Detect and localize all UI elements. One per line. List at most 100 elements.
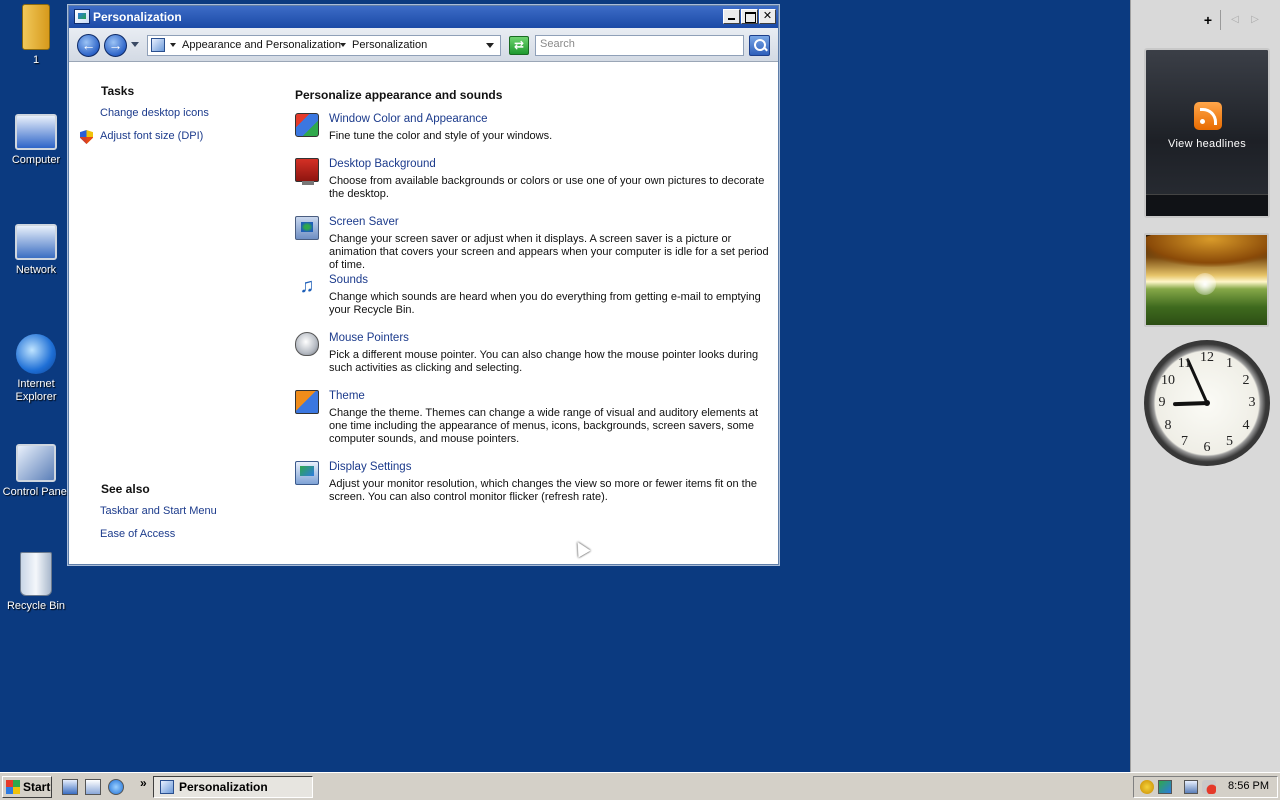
breadcrumb-appearance-and-personalization[interactable]: Appearance and Personalization <box>182 39 341 51</box>
folder-icon <box>22 4 50 50</box>
address-dropdown[interactable] <box>486 43 494 48</box>
clock-number: 11 <box>1177 356 1192 372</box>
add-gadget-button[interactable]: + <box>1200 12 1216 28</box>
window-color-link[interactable]: Window Color and Appearance <box>329 113 488 125</box>
task-pane: Tasks Change desktop icons Adjust font s… <box>69 62 281 564</box>
feeds-gadget-footer <box>1146 194 1268 216</box>
address-bar: ← → Appearance and Personalization Perso… <box>69 28 778 62</box>
desktop-icon-label: 1 <box>32 54 40 66</box>
clock-number: 10 <box>1161 372 1176 388</box>
search-icon[interactable] <box>749 35 770 56</box>
sidebar-controls: + ◁ ▷ <box>1200 10 1270 32</box>
windows-logo-icon <box>6 780 20 794</box>
switch-windows-icon[interactable] <box>85 779 101 795</box>
clock-number: 8 <box>1164 417 1172 433</box>
ease-of-access-link[interactable]: Ease of Access <box>100 528 175 540</box>
adjust-font-size-link[interactable]: Adjust font size (DPI) <box>100 130 203 142</box>
control-panel-icon <box>16 444 56 482</box>
internet-explorer-icon[interactable] <box>108 779 124 795</box>
previous-page-button[interactable]: ◁ <box>1228 12 1242 28</box>
display-settings-icon <box>295 461 319 485</box>
desktop-icon-internet-explorer[interactable]: Internet Explorer <box>0 334 72 404</box>
internet-explorer-icon <box>16 334 56 374</box>
volume-muted-icon[interactable] <box>1202 780 1216 794</box>
notification-area: 8:56 PM <box>1133 776 1278 798</box>
search-input[interactable]: Search <box>535 35 744 56</box>
item-description: Change your screen saver or adjust when … <box>329 233 769 271</box>
control-panel-icon <box>74 9 90 24</box>
clock-number: 12 <box>1200 350 1214 365</box>
tasks-heading: Tasks <box>101 84 135 98</box>
item-description: Change the theme. Themes can change a wi… <box>329 407 759 445</box>
clock-gadget[interactable]: 12 1 2 3 4 5 6 7 8 9 10 11 <box>1144 340 1270 466</box>
item-description: Fine tune the color and style of your wi… <box>329 130 553 142</box>
taskbar-button-personalization[interactable]: Personalization <box>153 776 313 798</box>
desktop-icon-recycle-bin[interactable]: Recycle Bin <box>0 552 72 613</box>
forward-button[interactable]: → <box>104 34 127 57</box>
item-description: Pick a different mouse pointer. You can … <box>329 349 759 374</box>
view-headlines-label[interactable]: View headlines <box>1146 138 1268 150</box>
close-button[interactable]: ✕ <box>759 9 776 24</box>
back-button[interactable]: ← <box>77 34 100 57</box>
sidebar-tray-icon[interactable] <box>1158 780 1172 794</box>
network-icon <box>15 224 57 260</box>
window-title: Personalization <box>93 10 182 24</box>
clock-time[interactable]: 8:56 PM <box>1228 780 1269 792</box>
taskbar-button-label: Personalization <box>179 780 268 794</box>
sidebar-separator <box>1220 10 1221 30</box>
quick-launch-more-button[interactable]: » <box>140 776 147 790</box>
chevron-down-icon[interactable] <box>170 43 176 47</box>
display-settings-link[interactable]: Display Settings <box>329 461 411 473</box>
sounds-link[interactable]: Sounds <box>329 274 368 286</box>
screen-saver-link[interactable]: Screen Saver <box>329 216 399 228</box>
desktop-icon-label: Internet Explorer <box>15 378 57 403</box>
mouse-icon <box>295 332 319 356</box>
shield-icon <box>80 130 93 144</box>
recent-pages-dropdown[interactable] <box>131 42 139 47</box>
clock-number: 7 <box>1181 433 1188 449</box>
item-description: Adjust your monitor resolution, which ch… <box>329 478 757 503</box>
hour-hand <box>1172 401 1208 407</box>
desktop-icon-network[interactable]: Network <box>0 224 72 277</box>
mouse-pointers-link[interactable]: Mouse Pointers <box>329 332 409 344</box>
network-icon[interactable] <box>1184 780 1198 794</box>
desktop-icon-computer[interactable]: Computer <box>0 114 72 167</box>
desktop-icon-control-panel[interactable]: Control Panel <box>0 444 72 499</box>
taskbar-and-start-menu-link[interactable]: Taskbar and Start Menu <box>100 505 217 517</box>
clock-number: 3 <box>1248 395 1256 410</box>
chevron-down-icon[interactable] <box>340 43 346 47</box>
slideshow-sun <box>1194 273 1216 295</box>
desktop-icon-label: Network <box>15 264 57 276</box>
page-title: Personalize appearance and sounds <box>295 88 503 102</box>
change-desktop-icons-link[interactable]: Change desktop icons <box>100 107 209 119</box>
clock-number: 9 <box>1158 395 1166 410</box>
refresh-button[interactable]: ⇄ <box>509 36 529 55</box>
breadcrumb-personalization[interactable]: Personalization <box>352 39 427 51</box>
theme-link[interactable]: Theme <box>329 390 365 402</box>
slideshow-gadget[interactable] <box>1144 233 1269 327</box>
clock-number: 4 <box>1242 417 1250 433</box>
item-description: Choose from available backgrounds or col… <box>329 175 765 200</box>
show-desktop-icon[interactable] <box>62 779 78 795</box>
personalization-window: Personalization ✕ ← → Appearance and Per… <box>68 5 779 565</box>
desktop-background-link[interactable]: Desktop Background <box>329 158 436 170</box>
clock-center <box>1204 400 1210 406</box>
desktop-icon-label: Control Panel <box>2 486 70 498</box>
screen-saver-icon <box>295 216 319 240</box>
rss-icon <box>1194 102 1222 130</box>
breadcrumb[interactable]: Appearance and Personalization Personali… <box>147 35 501 56</box>
desktop-icon-folder[interactable]: 1 <box>0 4 72 67</box>
maximize-button[interactable] <box>741 9 758 24</box>
security-alert-icon[interactable] <box>1140 780 1154 794</box>
minimize-button[interactable] <box>723 9 740 24</box>
clock-number: 5 <box>1226 433 1233 449</box>
taskbar: Start » Personalization 8:56 PM <box>0 772 1280 800</box>
item-description: Change which sounds are heard when you d… <box>329 291 761 316</box>
feed-headlines-gadget[interactable]: View headlines <box>1144 48 1270 218</box>
next-page-button[interactable]: ▷ <box>1248 12 1262 28</box>
desktop-icon-label: Recycle Bin <box>6 600 66 612</box>
title-bar[interactable]: Personalization ✕ <box>69 6 778 28</box>
start-button[interactable]: Start <box>2 776 52 798</box>
content-pane: Personalize appearance and sounds Window… <box>281 62 778 564</box>
theme-icon <box>295 390 319 414</box>
